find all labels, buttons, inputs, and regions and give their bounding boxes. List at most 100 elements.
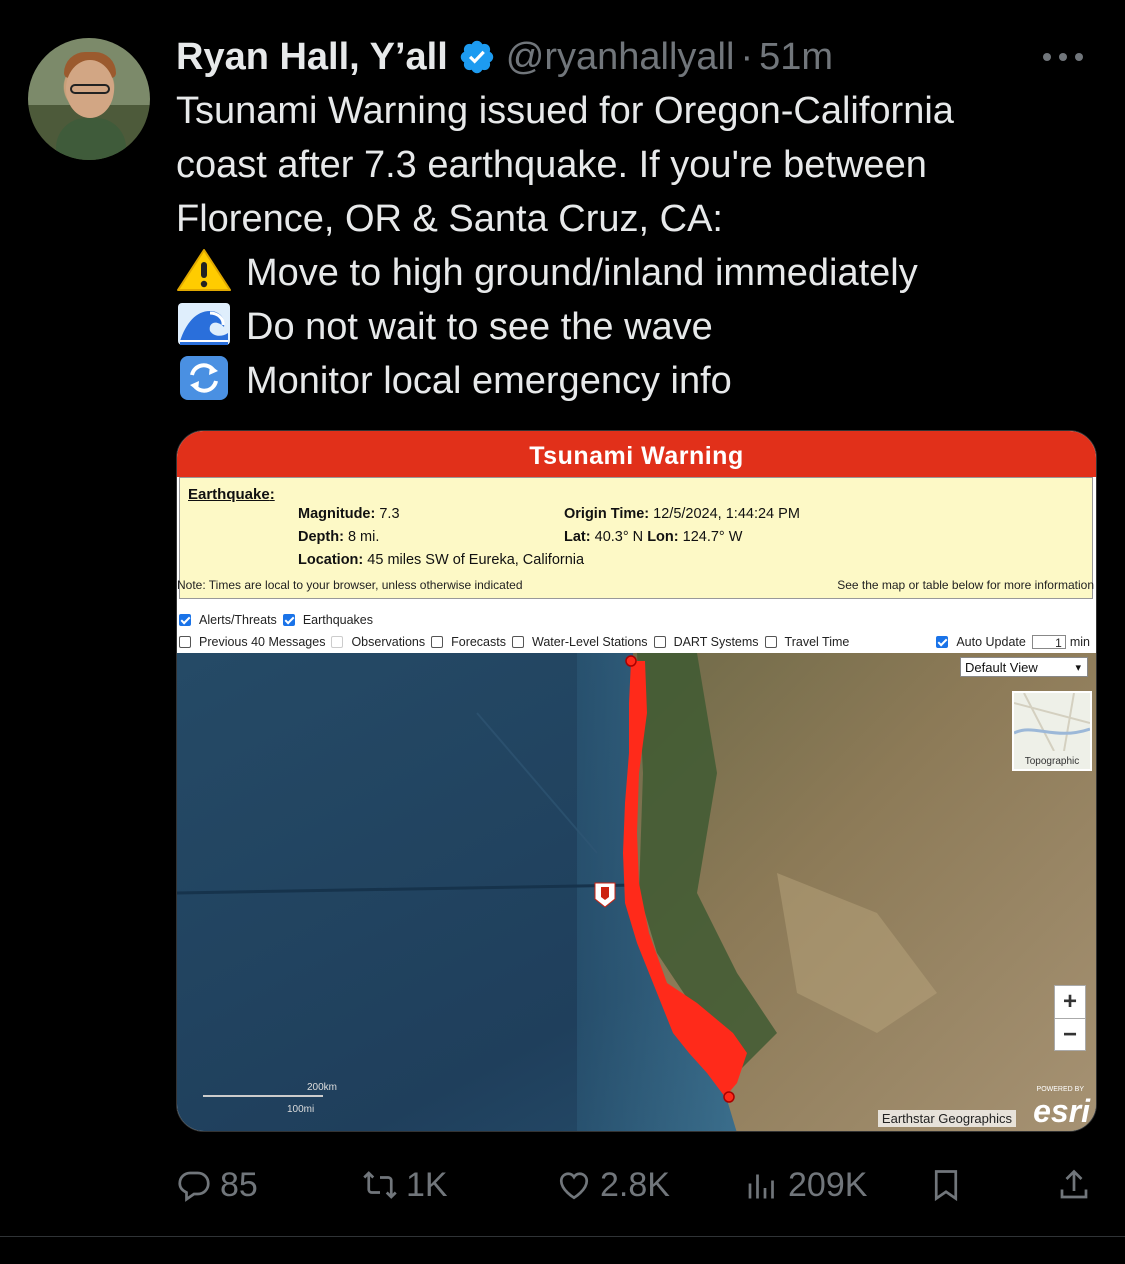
auto-update-label: Auto Update (956, 635, 1026, 649)
checkbox-checked[interactable] (282, 614, 295, 626)
tweet-header: Ryan Hall, Y’all @ryanhallyall · 51m (176, 34, 833, 80)
option-label: Earthquakes (302, 613, 373, 627)
zoom-out-button[interactable]: − (1055, 1018, 1085, 1051)
option-earthquakes[interactable]: Earthquakes (282, 613, 373, 627)
location-label: Location: (298, 552, 364, 568)
topographic-thumbnail-icon (1013, 692, 1091, 752)
option-label: Water-Level Stations (532, 635, 648, 649)
more-info-note: See the map or table below for more info… (837, 578, 1094, 592)
option-label: Previous 40 Messages (199, 635, 326, 649)
zone-north-endpoint[interactable] (625, 655, 637, 667)
tsunami-map[interactable]: Default View ▾ Topographic + − 200km 100m… (177, 653, 1096, 1131)
tweet-line: coast after 7.3 earthquake. If you're be… (176, 144, 927, 186)
view-count: 209K (788, 1165, 868, 1204)
checkbox-disabled (331, 636, 344, 648)
auto-update-input[interactable]: 1 (1031, 635, 1066, 650)
repost-count: 1K (406, 1165, 448, 1204)
refresh-emoji-icon (180, 356, 228, 400)
bullet-text: Monitor local emergency info (246, 360, 732, 402)
lat-label: Lat: (564, 529, 591, 545)
option-previous-messages[interactable]: Previous 40 Messages (179, 635, 325, 649)
share-icon (1060, 1169, 1088, 1199)
reply-count: 85 (220, 1165, 258, 1204)
depth-value: 8 mi. (347, 529, 380, 545)
checkbox[interactable] (764, 636, 777, 648)
header-separator: · (740, 35, 754, 78)
origin-time-label: Origin Time: (564, 506, 650, 522)
zoom-controls: + − (1054, 985, 1086, 1051)
checkbox[interactable] (653, 636, 666, 648)
earthquake-heading: Earthquake: (188, 486, 275, 503)
tweet-timestamp[interactable]: 51m (759, 36, 833, 79)
magnitude-row: Magnitude: 7.3 (298, 506, 400, 522)
origin-time-row: Origin Time: 12/5/2024, 1:44:24 PM (564, 506, 800, 522)
checkbox[interactable] (431, 636, 444, 648)
repost-button[interactable]: 1K (362, 1158, 448, 1212)
option-water-level[interactable]: Water-Level Stations (512, 635, 648, 649)
layer-options-row-1: Alerts/Threats Earthquakes (179, 613, 379, 627)
option-forecasts[interactable]: Forecasts (431, 635, 506, 649)
checkbox-checked[interactable] (179, 614, 191, 626)
share-button[interactable] (1056, 1158, 1100, 1212)
verified-badge-icon (460, 40, 493, 74)
checkbox[interactable] (179, 636, 191, 648)
bullet-line: Do not wait to see the wave (176, 300, 1096, 354)
basemap-toggle[interactable]: Topographic (1012, 691, 1092, 771)
avatar-glasses (70, 84, 110, 94)
times-note: Note: Times are local to your browser, u… (177, 578, 523, 592)
wave-emoji-icon (178, 303, 230, 345)
earthquake-title: Earthquake (188, 486, 270, 503)
map-attribution: Earthstar Geographics (877, 1110, 1016, 1127)
location-value: 45 miles SW of Eureka, California (367, 552, 585, 568)
esri-logo: esri (1033, 1093, 1090, 1129)
avatar-shirt (56, 118, 126, 160)
option-observations[interactable]: Observations (331, 635, 425, 649)
author-name[interactable]: Ryan Hall, Y’all (176, 36, 448, 79)
option-dart-systems[interactable]: DART Systems (653, 635, 759, 649)
reply-icon (178, 1171, 210, 1202)
views-icon (748, 1174, 774, 1199)
like-button[interactable]: 2.8K (556, 1158, 670, 1212)
repost-icon (363, 1171, 397, 1199)
origin-time-value: 12/5/2024, 1:44:24 PM (653, 506, 800, 522)
lat-value: 40.3° N (594, 529, 644, 545)
views-button[interactable]: 209K (744, 1158, 867, 1212)
chevron-down-icon: ▾ (1075, 662, 1081, 674)
bullet-text: Move to high ground/inland immediately (246, 252, 918, 294)
tweet-image[interactable]: Tsunami Warning Earthquake: Magnitude: 7… (176, 430, 1097, 1132)
author-avatar[interactable] (28, 38, 150, 160)
option-label: Alerts/Threats (199, 613, 277, 627)
author-handle[interactable]: @ryanhallyall (506, 36, 735, 79)
auto-update-unit: min (1069, 635, 1090, 649)
like-count: 2.8K (600, 1165, 670, 1204)
depth-label: Depth: (298, 529, 344, 545)
tweet-line: Florence, OR & Santa Cruz, CA: (176, 198, 723, 240)
view-select-value: Default View (965, 660, 1038, 675)
depth-row: Depth: 8 mi. (298, 529, 379, 545)
checkbox[interactable] (512, 636, 524, 648)
lon-value: 124.7° W (682, 529, 743, 545)
heart-icon (559, 1172, 589, 1200)
auto-update-control: Auto Update 1 min (936, 635, 1090, 650)
bookmark-icon (934, 1170, 958, 1202)
tweet-actions: 85 1K 2.8K 209K (176, 1158, 1096, 1212)
bottom-divider (0, 1236, 1125, 1237)
zone-south-endpoint[interactable] (723, 1091, 735, 1103)
zoom-in-button[interactable]: + (1055, 986, 1085, 1018)
option-alerts-threats[interactable]: Alerts/Threats (179, 613, 277, 627)
tweet-line: Tsunami Warning issued for Oregon-Califo… (176, 90, 954, 132)
reply-button[interactable]: 85 (176, 1158, 258, 1212)
scale-mi-label: 100mi (287, 1104, 315, 1115)
option-label: DART Systems (673, 635, 759, 649)
tweet-text: Tsunami Warning issued for Oregon-Califo… (176, 84, 1096, 408)
powered-by-label: POWERED BY (1036, 1086, 1084, 1093)
auto-update-checkbox[interactable] (936, 636, 949, 648)
warning-emoji-icon (177, 249, 231, 291)
magnitude-value: 7.3 (379, 506, 400, 522)
more-options-icon[interactable] (1033, 44, 1093, 70)
bookmark-button[interactable] (928, 1158, 972, 1212)
bullet-line: Move to high ground/inland immediately (176, 246, 1096, 300)
lon-label: Lon: (647, 529, 679, 545)
option-travel-time[interactable]: Travel Time (764, 635, 849, 649)
view-select[interactable]: Default View ▾ (960, 657, 1088, 677)
